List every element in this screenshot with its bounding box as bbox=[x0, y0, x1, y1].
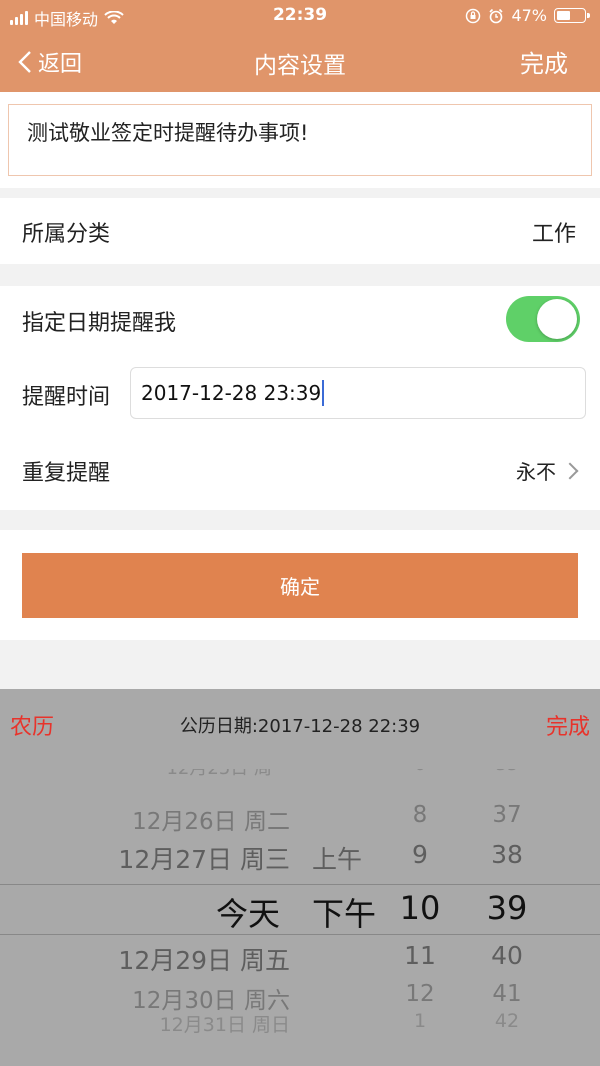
remind-time-input[interactable]: 2017-12-28 23:39 bbox=[130, 367, 586, 419]
remind-toggle-label: 指定日期提醒我 bbox=[22, 311, 177, 336]
picker-row[interactable]: 12月29日 周五 11 40 bbox=[0, 941, 600, 981]
status-bar: 中国移动 22:39 47% bbox=[0, 0, 600, 32]
alarm-icon bbox=[489, 8, 504, 23]
confirm-section: 确定 bbox=[0, 530, 600, 640]
battery-icon bbox=[554, 8, 590, 23]
battery-percent: 47% bbox=[511, 6, 547, 25]
picker-row[interactable]: 12月27日 周三 上午 9 38 bbox=[0, 840, 600, 880]
picker-minute: 38 bbox=[491, 839, 523, 869]
category-row[interactable]: 所属分类 工作 bbox=[0, 198, 600, 264]
repeat-value-text: 永不 bbox=[516, 460, 556, 484]
repeat-value: 永不 bbox=[516, 456, 579, 485]
picker-date: 12月31日 周日 bbox=[159, 1013, 290, 1036]
page-title: 内容设置 bbox=[254, 53, 346, 79]
picker-date: 今天 bbox=[215, 895, 280, 933]
picker-ampm: 上午 bbox=[312, 844, 363, 874]
picker-hour: 6 bbox=[380, 769, 460, 775]
text-caret bbox=[322, 380, 325, 406]
selection-bottom-line bbox=[0, 934, 600, 935]
picker-hour: 11 bbox=[404, 940, 436, 970]
repeat-row[interactable]: 重复提醒 永不 bbox=[0, 436, 600, 502]
picker-row[interactable]: 12月26日 周二 8 37 bbox=[0, 802, 600, 842]
picker-minute: 41 bbox=[492, 980, 522, 1007]
picker-hour: 1 bbox=[413, 1009, 427, 1032]
content-textarea[interactable]: 测试敬业签定时提醒待办事项! bbox=[8, 104, 592, 176]
reminder-section: 指定日期提醒我 提醒时间 2017-12-28 23:39 重复提醒 永不 bbox=[0, 286, 600, 510]
category-label: 所属分类 bbox=[22, 222, 111, 247]
remind-toggle-switch[interactable] bbox=[506, 296, 580, 342]
picker-minute: 42 bbox=[494, 1009, 520, 1032]
picker-minute: 35 bbox=[467, 769, 547, 775]
picker-hour: 10 bbox=[399, 889, 441, 927]
status-right: 47% bbox=[465, 6, 590, 25]
remind-time-value: 2017-12-28 23:39 bbox=[141, 381, 322, 405]
picker-minute: 39 bbox=[486, 889, 528, 927]
picker-wheel[interactable]: 12月25日 周一 6 35 12月26日 周二 8 37 12月27日 周三上午 9 38 今天… bbox=[0, 769, 600, 1039]
picker-hour: 8 bbox=[412, 801, 428, 828]
picker-date: 12月27日 周三 bbox=[118, 844, 290, 874]
nav-bar: 返回 内容设置 完成 bbox=[0, 32, 600, 92]
rotation-lock-icon bbox=[466, 8, 481, 23]
picker-date: 12月25日 周一 bbox=[166, 769, 290, 780]
picker-minute: 37 bbox=[492, 801, 522, 828]
picker-row[interactable]: 12月25日 周一 6 35 bbox=[0, 769, 600, 794]
done-button[interactable]: 完成 bbox=[520, 44, 568, 79]
category-value: 工作 bbox=[531, 222, 576, 247]
chevron-right-icon bbox=[561, 462, 579, 480]
repeat-label: 重复提醒 bbox=[22, 461, 111, 486]
content-section: 测试敬业签定时提醒待办事项! bbox=[0, 92, 600, 188]
picker-done-button[interactable]: 完成 bbox=[546, 709, 590, 741]
confirm-button[interactable]: 确定 bbox=[22, 553, 578, 618]
picker-title: 公历日期:2017-12-28 22:39 bbox=[179, 716, 421, 737]
picker-row[interactable]: 今天 下午 10 39 bbox=[0, 889, 600, 933]
picker-hour: 9 bbox=[412, 839, 428, 869]
picker-minute: 40 bbox=[491, 940, 523, 970]
picker-row[interactable]: 12月31日 周日 1 42 bbox=[0, 1010, 600, 1040]
picker-ampm: 下午 bbox=[312, 895, 377, 933]
selection-top-line bbox=[0, 884, 600, 885]
picker-hour: 12 bbox=[405, 980, 435, 1007]
remind-time-label: 提醒时间 bbox=[22, 385, 111, 410]
picker-date: 12月29日 周五 bbox=[118, 945, 290, 975]
date-picker: 农历 公历日期:2017-12-28 22:39 完成 12月25日 周一635… bbox=[0, 689, 600, 1066]
picker-date: 12月26日 周二 bbox=[132, 808, 290, 835]
top-bar: 中国移动 22:39 47% 返回 内容设置 完成 bbox=[0, 0, 600, 92]
